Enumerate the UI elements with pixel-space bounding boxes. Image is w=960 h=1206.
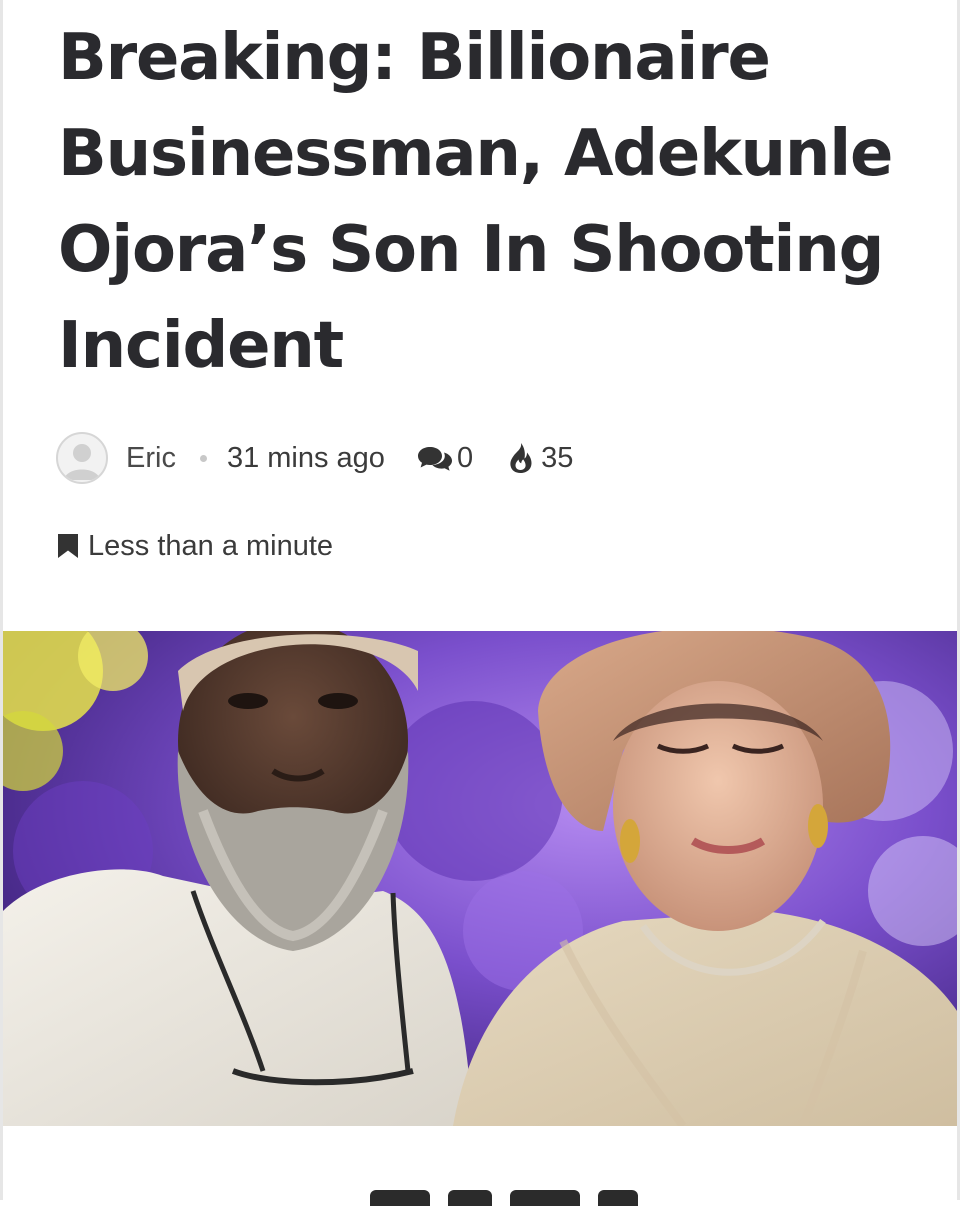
article-meta: Eric 31 mins ago 0 35 (56, 428, 573, 488)
article-header: Breaking: Billionaire Businessman, Adeku… (58, 10, 918, 394)
user-avatar-icon (64, 444, 100, 480)
post-date: 31 mins ago (226, 441, 385, 474)
views-count: 35 (507, 442, 573, 475)
reading-time-label: Less than a minute (88, 529, 334, 562)
views-count-value: 35 (541, 441, 574, 474)
article-featured-image[interactable] (3, 631, 957, 1126)
comments-icon (417, 444, 453, 472)
article-headline[interactable]: Breaking: Billionaire Businessman, Adeku… (58, 10, 918, 394)
bookmark-icon (56, 533, 80, 559)
author-avatar[interactable] (56, 432, 108, 484)
article-body-preview (370, 1186, 650, 1206)
fire-icon (507, 442, 535, 474)
featured-photo-illustration (3, 631, 957, 1126)
meta-separator-dot (199, 454, 207, 462)
reading-time: Less than a minute (56, 524, 333, 568)
comments-count: 0 (456, 441, 474, 474)
comments-count-link[interactable]: 0 (417, 442, 473, 475)
author-name[interactable]: Eric (126, 442, 176, 475)
